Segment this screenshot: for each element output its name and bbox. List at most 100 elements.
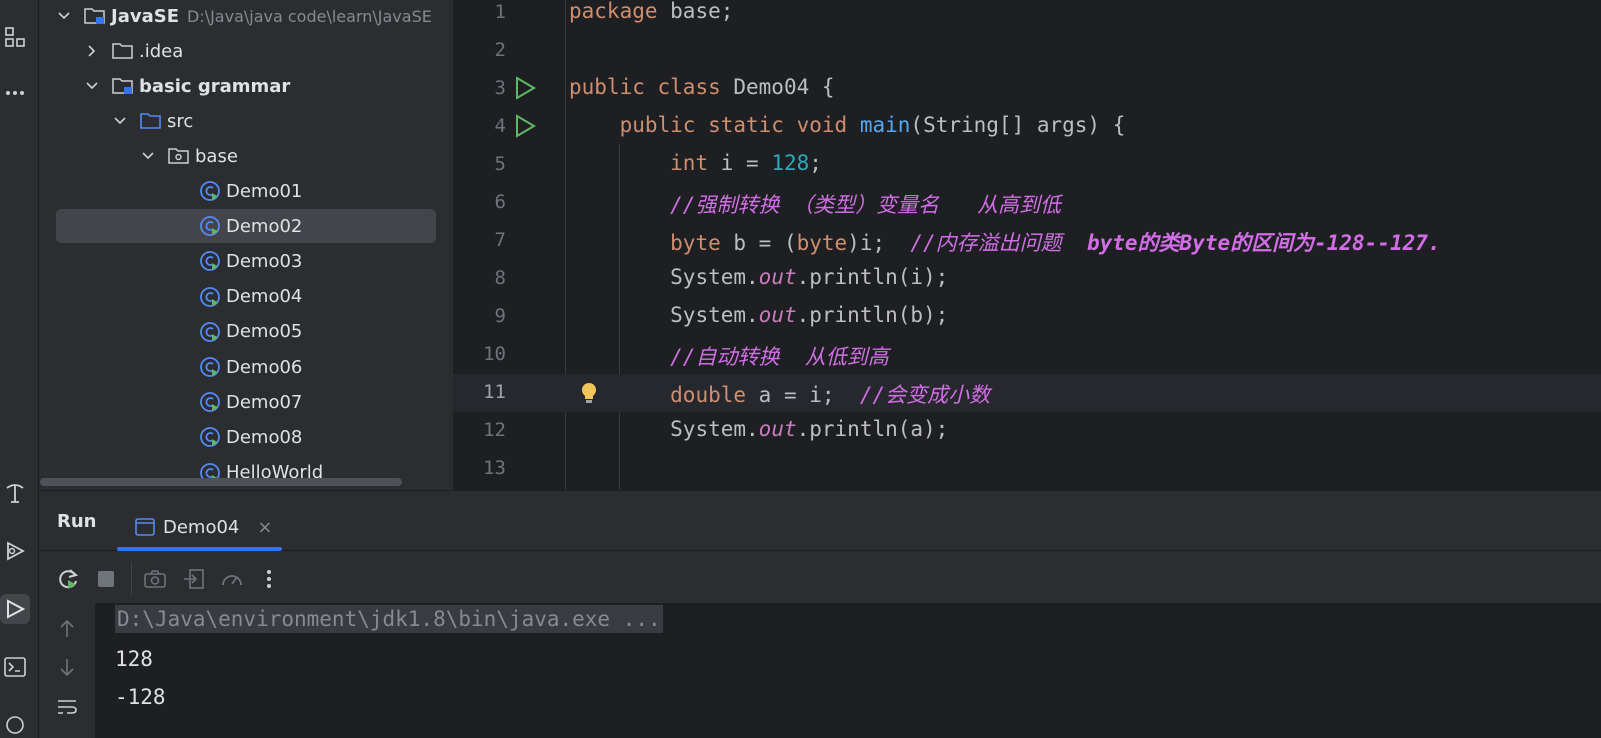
package-icon [168,147,190,165]
code-line[interactable]: 9 System.out.println(b); [453,298,1601,336]
code-text: System.out.println(b); [670,303,949,327]
line-number: 9 [494,305,506,327]
run-header: Run Demo04 × [39,491,1601,551]
tree-item-package[interactable]: base [140,139,453,173]
code-line[interactable]: 10 //自动转换 从低到高 [453,336,1601,374]
tree-root-javase[interactable]: JavaSE D:\Java\java code\learn\JavaSE [56,0,436,33]
stop-icon[interactable] [94,567,118,591]
up-arrow-icon[interactable] [55,617,79,641]
java-class-icon [199,391,221,413]
tree-item-class[interactable]: Demo08 [56,420,436,454]
code-line[interactable]: 3 public class Demo04 { [453,70,1601,108]
chevron-down-icon[interactable] [140,148,156,164]
console-side-toolbar [39,603,95,738]
tree-item-class[interactable]: Demo04 [56,280,436,314]
import-icon[interactable] [182,567,206,591]
tree-item-idea[interactable]: .idea [84,34,453,68]
tool-window-strip [0,0,39,738]
down-arrow-icon[interactable] [55,655,79,679]
line-number: 1 [494,1,506,23]
java-class-icon [199,426,221,448]
run-icon[interactable] [0,594,30,624]
tree-item-label: Demo01 [226,180,303,202]
line-number: 12 [483,419,506,441]
run-toolbar [39,551,1601,603]
tree-item-class[interactable]: Demo02 [56,209,436,244]
console-output-line: 128 [115,647,153,671]
console-output-line: -128 [115,685,166,709]
run-title: Run [57,511,97,532]
code-line-current[interactable]: 11 double a = i; //会变成小数 [453,374,1601,412]
console-output[interactable]: D:\Java\environment\jdk1.8\bin\java.exe … [95,603,1601,738]
tree-icon[interactable] [0,478,30,508]
tree-item-label: Demo03 [226,250,303,272]
problems-icon[interactable] [0,710,30,738]
code-text: double a = i; //会变成小数 [670,383,991,407]
code-line[interactable]: 4 public static void main(String[] args)… [453,108,1601,146]
line-number: 6 [494,191,506,213]
line-number: 11 [483,381,506,403]
code-line[interactable]: 1 package base; [453,0,1601,32]
chevron-down-icon[interactable] [84,78,100,94]
code-line[interactable]: 13 [453,450,1601,488]
tree-item-label: Demo05 [226,321,303,343]
java-class-icon [199,321,221,343]
more-icon[interactable] [0,78,30,108]
soft-wrap-icon[interactable] [55,695,79,719]
code-editor[interactable]: 1 package base; 2 3 public class Demo04 … [453,0,1601,490]
tree-item-module[interactable]: basic grammar [84,69,453,103]
tree-item-class[interactable]: Demo06 [56,350,436,384]
code-line[interactable]: 12 System.out.println(a); [453,412,1601,450]
horizontal-scrollbar[interactable] [40,478,402,486]
code-text: public static void main(String[] args) { [619,113,1126,137]
chevron-down-icon[interactable] [56,8,72,24]
tree-item-label: Demo02 [226,215,303,237]
structure-icon[interactable] [0,22,30,52]
code-text: //自动转换 从低到高 [670,345,889,369]
tree-item-class[interactable]: Demo01 [56,174,436,208]
code-line[interactable]: 5 int i = 128; [453,146,1601,184]
java-class-icon [199,286,221,308]
tree-item-label: Demo08 [226,426,303,448]
code-line[interactable]: 2 [453,32,1601,70]
code-line[interactable]: 6 //强制转换 （类型）变量名 从高到低 [453,184,1601,222]
run-main-gutter-icon[interactable] [513,114,537,138]
code-line[interactable]: 7 byte b = (byte)i; //内存溢出问题 byte的类Byte的… [453,222,1601,260]
tree-item-label: src [167,110,194,132]
code-text: public class Demo04 { [569,75,835,99]
java-class-icon [199,215,221,237]
camera-icon[interactable] [143,567,167,591]
toolbar-separator [131,563,132,595]
line-number: 13 [483,457,506,479]
run-tab-label: Demo04 [163,516,240,538]
module-folder-icon [84,7,106,25]
tree-item-label: Demo06 [226,356,303,378]
tree-item-class[interactable]: Demo07 [56,385,436,419]
run-services-icon[interactable] [0,536,30,566]
tree-item-label: base [195,145,238,167]
tree-item-class[interactable]: Demo03 [56,244,436,278]
code-text: //强制转换 （类型）变量名 从高到低 [670,193,1062,217]
module-folder-icon [112,77,134,95]
line-number: 2 [494,39,506,61]
java-class-icon [199,356,221,378]
line-number: 5 [494,153,506,175]
terminal-icon[interactable] [0,652,30,682]
line-number: 4 [494,115,506,137]
code-text: byte b = (byte)i; //内存溢出问题 byte的类Byte的区间… [670,231,1441,255]
code-text: System.out.println(a); [670,417,949,441]
close-icon[interactable]: × [257,517,272,538]
run-tab-demo04[interactable]: Demo04 × [117,503,282,551]
run-tool-window: Run Demo04 × D:\Java\environment\jdk1.8\… [39,490,1601,738]
line-number: 7 [494,229,506,251]
chevron-right-icon[interactable] [84,43,100,59]
tree-item-class[interactable]: Demo05 [56,315,436,349]
chevron-down-icon[interactable] [112,113,128,129]
kebab-icon[interactable] [257,567,281,591]
tree-item-src[interactable]: src [112,104,453,138]
profiler-icon[interactable] [220,567,244,591]
rerun-icon[interactable] [56,567,80,591]
run-class-gutter-icon[interactable] [513,76,537,100]
code-line[interactable]: 8 System.out.println(i); [453,260,1601,298]
tree-item-label: Demo07 [226,391,303,413]
